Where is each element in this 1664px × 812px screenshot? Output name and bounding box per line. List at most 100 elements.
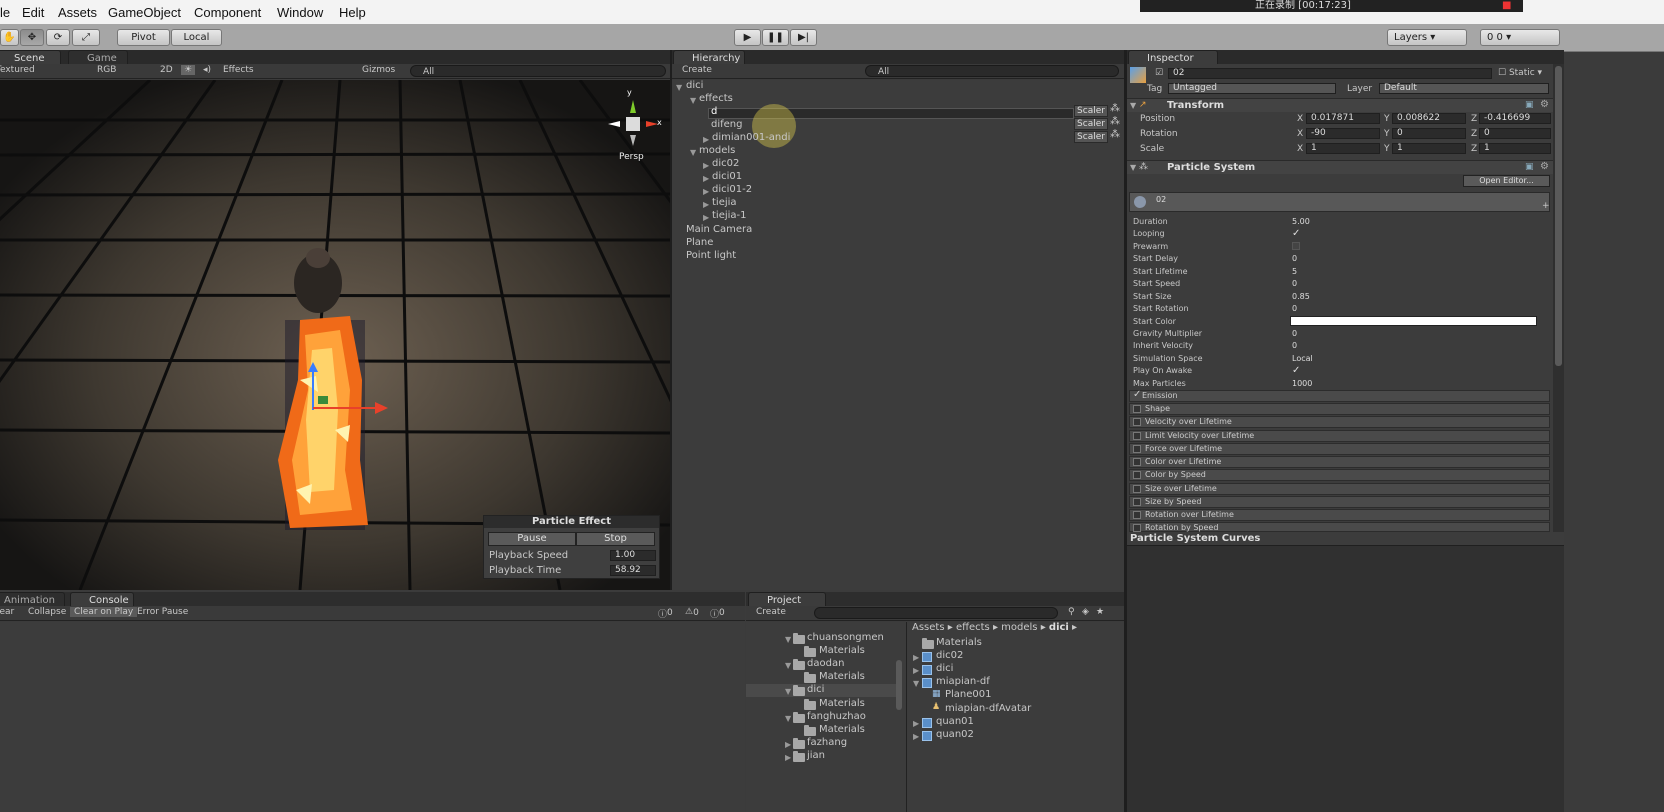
menu-gameobject[interactable]: GameObject	[108, 5, 181, 20]
open-editor-button[interactable]: Open Editor...	[1463, 175, 1550, 187]
hierarchy-item[interactable]: difeng	[711, 119, 742, 130]
module-color-lifetime[interactable]: Color over Lifetime	[1129, 456, 1550, 468]
expand-arrow-icon[interactable]: ▶	[703, 213, 709, 222]
inspector-scrollbar[interactable]	[1553, 64, 1564, 542]
collapse-button[interactable]: Collapse	[28, 607, 66, 617]
static-checkbox[interactable]: ☐ Static ▾	[1498, 68, 1542, 78]
start-color-swatch[interactable]	[1290, 316, 1537, 326]
record-stop-icon[interactable]: ■	[1502, 0, 1511, 12]
expand-arrow-icon[interactable]: ▶	[703, 161, 709, 170]
foldout-arrow-icon[interactable]: ▼	[1130, 163, 1136, 172]
particle-pause-button[interactable]: Pause	[488, 532, 576, 546]
expand-arrow-icon[interactable]: ▼	[690, 96, 696, 105]
breadcrumb-item[interactable]: effects	[956, 622, 990, 633]
simulation-space-dropdown[interactable]: Local	[1292, 354, 1313, 363]
folder-tree-scrollbar[interactable]	[896, 660, 902, 710]
scaler-button[interactable]: Scaler	[1074, 118, 1108, 130]
scale-x-field[interactable]: 1	[1306, 143, 1380, 154]
checkmark-icon[interactable]: ✓	[1133, 390, 1141, 400]
folder-arrow-icon[interactable]: ▼	[785, 635, 791, 644]
hierarchy-item-editing[interactable]: d	[711, 106, 717, 117]
scaler-button[interactable]: Scaler	[1074, 131, 1108, 143]
particle-effect-preview[interactable]	[278, 316, 368, 530]
module-checkbox[interactable]	[1133, 471, 1141, 479]
gear-icon[interactable]: ⚙	[1540, 161, 1549, 172]
expand-arrow-icon[interactable]: ▶	[703, 200, 709, 209]
position-x-field[interactable]: 0.017871	[1306, 113, 1380, 124]
project-search-input[interactable]	[814, 607, 1058, 619]
orientation-gizmo[interactable]: y x Persp	[603, 88, 663, 168]
module-checkbox[interactable]	[1133, 405, 1141, 413]
asset-item[interactable]: dici	[936, 663, 953, 674]
gizmos-dropdown[interactable]: Gizmos	[362, 65, 395, 75]
asset-item[interactable]: Plane001	[945, 689, 992, 700]
console-log-area[interactable]	[0, 622, 745, 812]
expand-arrow-icon[interactable]: ▶	[703, 135, 709, 144]
folder-item[interactable]: fanghuzhao	[807, 711, 866, 722]
folder-item[interactable]: daodan	[807, 658, 844, 669]
pause-button[interactable]: ❚❚	[762, 29, 789, 46]
play-button[interactable]: ▶	[734, 29, 761, 46]
asset-item[interactable]: quan01	[936, 716, 974, 727]
audio-toggle-icon[interactable]: ◂)	[203, 65, 211, 75]
hierarchy-item[interactable]: dimian001-andi	[712, 132, 790, 143]
folder-item[interactable]: Materials	[819, 698, 865, 709]
help-icon[interactable]: ▣	[1525, 100, 1534, 110]
asset-item[interactable]: Materials	[936, 637, 982, 648]
layout-dropdown[interactable]: 0 0 ▾	[1480, 29, 1560, 46]
folder-item[interactable]: Materials	[819, 645, 865, 656]
menu-window[interactable]: Window	[277, 5, 323, 20]
scene-search-input[interactable]: All	[410, 65, 666, 77]
property-value[interactable]: 5.00	[1292, 217, 1310, 226]
folder-item[interactable]: chuansongmen	[807, 632, 884, 643]
folder-arrow-icon[interactable]: ▼	[785, 661, 791, 670]
property-value[interactable]: 0	[1292, 254, 1297, 263]
menu-edit[interactable]: Edit	[22, 5, 44, 20]
hierarchy-item[interactable]: dic02	[712, 158, 739, 169]
pivot-button[interactable]: Pivot	[117, 29, 170, 46]
hierarchy-item[interactable]: dici	[686, 80, 703, 91]
scaler-button[interactable]: Scaler	[1074, 105, 1108, 117]
playback-speed-field[interactable]: 1.00	[610, 550, 656, 561]
asset-arrow-icon[interactable]: ▶	[913, 666, 919, 675]
hierarchy-search-input[interactable]: All	[865, 65, 1119, 77]
clear-on-play-button[interactable]: Clear on Play	[70, 607, 138, 617]
transform-header[interactable]: ▼ ↗ Transform ▣ ⚙	[1127, 98, 1555, 112]
rotate-tool-icon[interactable]: ⟳	[46, 29, 70, 46]
object-name-field[interactable]: 02	[1168, 68, 1492, 79]
active-checkbox[interactable]: ☑	[1155, 68, 1163, 78]
hierarchy-item[interactable]: Plane	[686, 237, 713, 248]
folder-item[interactable]: fazhang	[807, 737, 847, 748]
prewarm-checkbox[interactable]	[1292, 242, 1300, 250]
particle-stop-button[interactable]: Stop	[576, 532, 655, 546]
foldout-arrow-icon[interactable]: ▼	[1130, 101, 1136, 110]
rotation-y-field[interactable]: 0	[1392, 128, 1466, 139]
render-mode-dropdown[interactable]: Textured	[0, 65, 35, 75]
asset-arrow-icon[interactable]: ▶	[913, 653, 919, 662]
module-checkbox[interactable]	[1133, 458, 1141, 466]
position-z-field[interactable]: -0.416699	[1479, 113, 1551, 124]
property-value[interactable]: 0	[1292, 304, 1297, 313]
property-value[interactable]: 0	[1292, 341, 1297, 350]
asset-item[interactable]: quan02	[936, 729, 974, 740]
rotation-x-field[interactable]: -90	[1306, 128, 1380, 139]
gear-icon[interactable]: ⚙	[1540, 99, 1549, 110]
asset-arrow-icon[interactable]: ▶	[913, 719, 919, 728]
module-force[interactable]: Force over Lifetime	[1129, 443, 1550, 455]
expand-arrow-icon[interactable]: ▶	[703, 187, 709, 196]
folder-item[interactable]: Materials	[819, 671, 865, 682]
hierarchy-item[interactable]: Main Camera	[686, 224, 752, 235]
module-checkbox[interactable]	[1133, 432, 1141, 440]
info-count[interactable]: ⓘ 0	[658, 607, 673, 620]
expand-arrow-icon[interactable]: ▶	[703, 174, 709, 183]
asset-arrow-icon[interactable]: ▼	[913, 679, 919, 688]
scene-viewport[interactable]: y x Persp	[0, 80, 670, 590]
folder-item-selected[interactable]: dici	[807, 684, 824, 695]
folder-arrow-icon[interactable]: ▶	[785, 753, 791, 762]
hand-tool-icon[interactable]: ✋	[0, 29, 19, 46]
module-velocity[interactable]: Velocity over Lifetime	[1129, 416, 1550, 428]
panel-divider[interactable]	[1124, 50, 1127, 812]
hierarchy-item[interactable]: Point light	[686, 250, 736, 261]
property-value[interactable]: 0.85	[1292, 292, 1310, 301]
asset-item[interactable]: dic02	[936, 650, 963, 661]
